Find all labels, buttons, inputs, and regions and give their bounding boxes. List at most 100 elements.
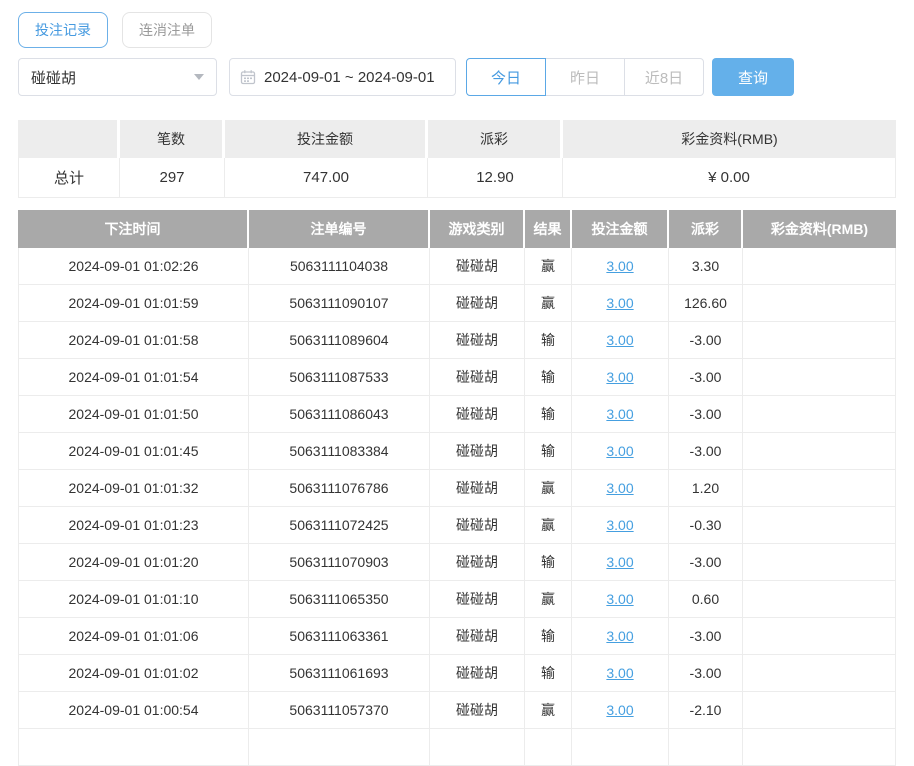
order-id-cell: 5063111061693 <box>249 655 430 692</box>
bet-amount-cell <box>572 729 669 766</box>
result-cell: 赢 <box>525 248 572 285</box>
order-id-cell: 5063111072425 <box>249 507 430 544</box>
bet-time-cell: 2024-09-01 01:01:59 <box>18 285 249 322</box>
game-type-select[interactable]: 碰碰胡 <box>18 58 217 96</box>
bet-amount-link[interactable]: 3.00 <box>606 591 633 607</box>
records-header-row: 下注时间 注单编号 游戏类别 结果 投注金额 派彩 彩金资料(RMB) <box>18 210 896 248</box>
payout-cell: 0.60 <box>669 581 743 618</box>
game-type-cell: 碰碰胡 <box>430 248 525 285</box>
bet-amount-link[interactable]: 3.00 <box>606 480 633 496</box>
summary-header-bonus: 彩金资料(RMB) <box>563 120 896 158</box>
payout-cell <box>669 729 743 766</box>
bet-time-cell: 2024-09-01 01:01:45 <box>18 433 249 470</box>
table-row: 2024-09-01 01:01:23 5063111072425 碰碰胡 赢 … <box>18 507 896 544</box>
bet-amount-cell: 3.00 <box>572 507 669 544</box>
tab-bet-records[interactable]: 投注记录 <box>18 12 108 48</box>
bonus-cell <box>743 322 896 359</box>
game-type-cell: 碰碰胡 <box>430 396 525 433</box>
bet-amount-cell: 3.00 <box>572 285 669 322</box>
bet-amount-link[interactable]: 3.00 <box>606 443 633 459</box>
table-row: 2024-09-01 01:01:02 5063111061693 碰碰胡 输 … <box>18 655 896 692</box>
yesterday-button[interactable]: 昨日 <box>545 58 625 96</box>
game-type-cell: 碰碰胡 <box>430 433 525 470</box>
order-id-cell: 5063111089604 <box>249 322 430 359</box>
bet-amount-cell: 3.00 <box>572 470 669 507</box>
result-cell: 输 <box>525 322 572 359</box>
bet-amount-cell: 3.00 <box>572 655 669 692</box>
bonus-cell <box>743 544 896 581</box>
summary-total-count: 297 <box>120 158 225 198</box>
game-type-cell <box>430 729 525 766</box>
last8days-button[interactable]: 近8日 <box>624 58 704 96</box>
summary-table: 笔数 投注金额 派彩 彩金资料(RMB) 总计 297 747.00 12.90… <box>18 120 896 198</box>
summary-header-row: 笔数 投注金额 派彩 彩金资料(RMB) <box>18 120 896 158</box>
game-type-cell: 碰碰胡 <box>430 322 525 359</box>
bet-time-cell: 2024-09-01 01:01:23 <box>18 507 249 544</box>
search-button[interactable]: 查询 <box>712 58 794 96</box>
caret-down-icon <box>194 74 204 80</box>
bet-time-cell: 2024-09-01 01:01:58 <box>18 322 249 359</box>
result-cell: 赢 <box>525 692 572 729</box>
bet-amount-link[interactable]: 3.00 <box>606 517 633 533</box>
bonus-cell <box>743 507 896 544</box>
tab-cancelled-orders[interactable]: 连消注单 <box>122 12 212 48</box>
table-row-partial <box>18 729 896 766</box>
summary-header-bet-amount: 投注金额 <box>225 120 428 158</box>
order-id-cell <box>249 729 430 766</box>
order-id-cell: 5063111090107 <box>249 285 430 322</box>
game-type-cell: 碰碰胡 <box>430 285 525 322</box>
game-type-cell: 碰碰胡 <box>430 692 525 729</box>
bet-amount-cell: 3.00 <box>572 618 669 655</box>
bet-time-cell: 2024-09-01 01:01:10 <box>18 581 249 618</box>
header-bonus: 彩金资料(RMB) <box>743 210 896 248</box>
table-row: 2024-09-01 01:01:20 5063111070903 碰碰胡 输 … <box>18 544 896 581</box>
game-type-cell: 碰碰胡 <box>430 581 525 618</box>
calendar-icon <box>240 70 256 85</box>
order-id-cell: 5063111057370 <box>249 692 430 729</box>
order-id-cell: 5063111104038 <box>249 248 430 285</box>
summary-total-label: 总计 <box>18 158 120 198</box>
game-type-cell: 碰碰胡 <box>430 470 525 507</box>
bet-amount-link[interactable]: 3.00 <box>606 554 633 570</box>
bet-time-cell: 2024-09-01 01:01:50 <box>18 396 249 433</box>
payout-cell: 1.20 <box>669 470 743 507</box>
date-range-input[interactable]: 2024-09-01 ~ 2024-09-01 <box>229 58 456 96</box>
result-cell: 赢 <box>525 581 572 618</box>
result-cell: 输 <box>525 544 572 581</box>
summary-header-payout: 派彩 <box>428 120 563 158</box>
bet-time-cell: 2024-09-01 01:01:06 <box>18 618 249 655</box>
header-game-type: 游戏类别 <box>430 210 525 248</box>
bet-time-cell <box>18 729 249 766</box>
table-row: 2024-09-01 01:01:45 5063111083384 碰碰胡 输 … <box>18 433 896 470</box>
bet-time-cell: 2024-09-01 01:00:54 <box>18 692 249 729</box>
payout-cell: -3.00 <box>669 433 743 470</box>
bet-amount-cell: 3.00 <box>572 396 669 433</box>
result-cell: 赢 <box>525 470 572 507</box>
table-row: 2024-09-01 01:01:54 5063111087533 碰碰胡 输 … <box>18 359 896 396</box>
bet-amount-link[interactable]: 3.00 <box>606 295 633 311</box>
bet-amount-link[interactable]: 3.00 <box>606 258 633 274</box>
bet-amount-link[interactable]: 3.00 <box>606 369 633 385</box>
bonus-cell <box>743 359 896 396</box>
bonus-cell <box>743 248 896 285</box>
header-bet-time: 下注时间 <box>18 210 249 248</box>
bet-amount-link[interactable]: 3.00 <box>606 702 633 718</box>
header-result: 结果 <box>525 210 572 248</box>
bet-amount-link[interactable]: 3.00 <box>606 628 633 644</box>
bet-time-cell: 2024-09-01 01:02:26 <box>18 248 249 285</box>
bet-amount-cell: 3.00 <box>572 433 669 470</box>
table-row: 2024-09-01 01:01:10 5063111065350 碰碰胡 赢 … <box>18 581 896 618</box>
game-type-cell: 碰碰胡 <box>430 655 525 692</box>
bet-amount-link[interactable]: 3.00 <box>606 665 633 681</box>
payout-cell: 126.60 <box>669 285 743 322</box>
today-button[interactable]: 今日 <box>466 58 546 96</box>
summary-total-bonus: ¥ 0.00 <box>563 158 896 198</box>
bet-time-cell: 2024-09-01 01:01:02 <box>18 655 249 692</box>
bet-amount-link[interactable]: 3.00 <box>606 332 633 348</box>
summary-total-bet-amount: 747.00 <box>225 158 428 198</box>
bet-time-cell: 2024-09-01 01:01:20 <box>18 544 249 581</box>
payout-cell: 3.30 <box>669 248 743 285</box>
bonus-cell <box>743 285 896 322</box>
bet-amount-link[interactable]: 3.00 <box>606 406 633 422</box>
header-order-id: 注单编号 <box>249 210 430 248</box>
